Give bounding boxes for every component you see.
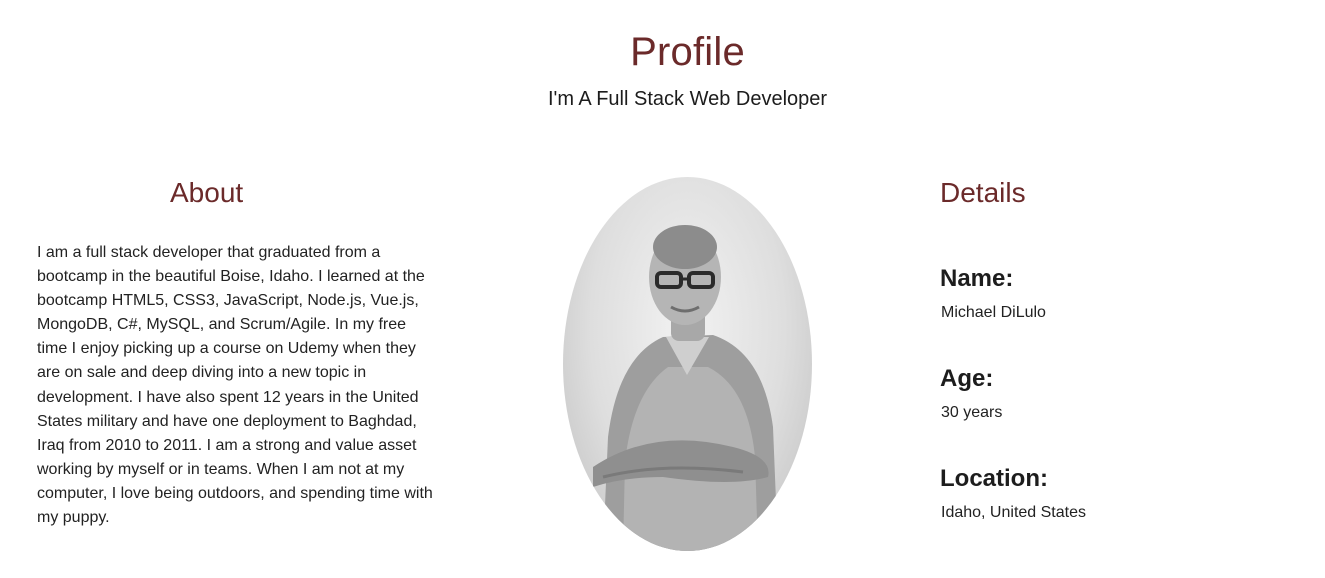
details-heading: Details [940, 177, 1026, 208]
about-text: I am a full stack developer that graduat… [37, 244, 433, 527]
name-value: Michael DiLulo [941, 304, 1046, 321]
name-label: Name: [940, 265, 1014, 292]
location-label: Location: [940, 465, 1048, 492]
location-value: Idaho, United States [941, 504, 1086, 521]
profile-photo-illustration [593, 225, 778, 551]
age-label: Age: [940, 365, 994, 392]
page-subtitle: I'm A Full Stack Web Developer [547, 88, 828, 110]
page-title: Profile [630, 30, 745, 74]
age-value: 30 years [941, 404, 1003, 421]
profile-page: Profile I'm A Full Stack Web Developer A… [0, 0, 1325, 578]
about-heading: About [170, 177, 244, 208]
profile-photo [563, 177, 812, 551]
